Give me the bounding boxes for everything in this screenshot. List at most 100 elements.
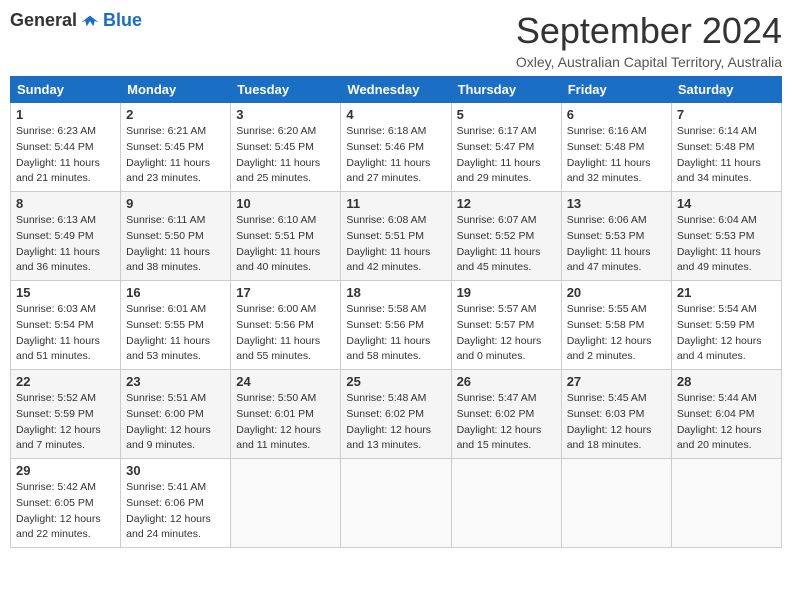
calendar-cell: 5 Sunrise: 6:17 AMSunset: 5:47 PMDayligh… [451,103,561,192]
calendar-cell: 22 Sunrise: 5:52 AMSunset: 5:59 PMDaylig… [11,370,121,459]
day-info: Sunrise: 5:42 AMSunset: 6:05 PMDaylight:… [16,480,115,543]
day-info: Sunrise: 6:21 AMSunset: 5:45 PMDaylight:… [126,124,225,187]
day-info: Sunrise: 6:04 AMSunset: 5:53 PMDaylight:… [677,213,776,276]
day-info: Sunrise: 6:23 AMSunset: 5:44 PMDaylight:… [16,124,115,187]
day-number: 14 [677,196,776,211]
calendar-header-sunday: Sunday [11,77,121,103]
day-number: 1 [16,107,115,122]
calendar-cell: 21 Sunrise: 5:54 AMSunset: 5:59 PMDaylig… [671,281,781,370]
calendar-cell: 16 Sunrise: 6:01 AMSunset: 5:55 PMDaylig… [121,281,231,370]
day-info: Sunrise: 6:11 AMSunset: 5:50 PMDaylight:… [126,213,225,276]
calendar-cell: 26 Sunrise: 5:47 AMSunset: 6:02 PMDaylig… [451,370,561,459]
calendar-week-3: 15 Sunrise: 6:03 AMSunset: 5:54 PMDaylig… [11,281,782,370]
calendar-cell [671,459,781,548]
calendar-cell: 24 Sunrise: 5:50 AMSunset: 6:01 PMDaylig… [231,370,341,459]
calendar-header-friday: Friday [561,77,671,103]
calendar-cell: 30 Sunrise: 5:41 AMSunset: 6:06 PMDaylig… [121,459,231,548]
day-number: 7 [677,107,776,122]
calendar-cell: 6 Sunrise: 6:16 AMSunset: 5:48 PMDayligh… [561,103,671,192]
day-number: 26 [457,374,556,389]
day-number: 25 [346,374,445,389]
day-number: 11 [346,196,445,211]
day-info: Sunrise: 6:18 AMSunset: 5:46 PMDaylight:… [346,124,445,187]
day-number: 6 [567,107,666,122]
day-info: Sunrise: 5:47 AMSunset: 6:02 PMDaylight:… [457,391,556,454]
day-info: Sunrise: 5:51 AMSunset: 6:00 PMDaylight:… [126,391,225,454]
calendar-week-4: 22 Sunrise: 5:52 AMSunset: 5:59 PMDaylig… [11,370,782,459]
day-number: 8 [16,196,115,211]
calendar-cell: 4 Sunrise: 6:18 AMSunset: 5:46 PMDayligh… [341,103,451,192]
calendar-cell: 9 Sunrise: 6:11 AMSunset: 5:50 PMDayligh… [121,192,231,281]
day-number: 30 [126,463,225,478]
day-info: Sunrise: 6:13 AMSunset: 5:49 PMDaylight:… [16,213,115,276]
calendar-cell: 14 Sunrise: 6:04 AMSunset: 5:53 PMDaylig… [671,192,781,281]
day-number: 27 [567,374,666,389]
calendar-cell: 18 Sunrise: 5:58 AMSunset: 5:56 PMDaylig… [341,281,451,370]
calendar-cell: 28 Sunrise: 5:44 AMSunset: 6:04 PMDaylig… [671,370,781,459]
day-number: 10 [236,196,335,211]
day-number: 9 [126,196,225,211]
calendar-cell: 11 Sunrise: 6:08 AMSunset: 5:51 PMDaylig… [341,192,451,281]
day-number: 16 [126,285,225,300]
day-info: Sunrise: 5:50 AMSunset: 6:01 PMDaylight:… [236,391,335,454]
day-info: Sunrise: 6:20 AMSunset: 5:45 PMDaylight:… [236,124,335,187]
day-number: 28 [677,374,776,389]
calendar-body: 1 Sunrise: 6:23 AMSunset: 5:44 PMDayligh… [11,103,782,548]
day-info: Sunrise: 6:01 AMSunset: 5:55 PMDaylight:… [126,302,225,365]
day-info: Sunrise: 5:58 AMSunset: 5:56 PMDaylight:… [346,302,445,365]
day-number: 23 [126,374,225,389]
day-number: 22 [16,374,115,389]
day-info: Sunrise: 5:41 AMSunset: 6:06 PMDaylight:… [126,480,225,543]
calendar-cell: 25 Sunrise: 5:48 AMSunset: 6:02 PMDaylig… [341,370,451,459]
location-subtitle: Oxley, Australian Capital Territory, Aus… [516,54,782,70]
calendar-cell [561,459,671,548]
day-number: 20 [567,285,666,300]
day-number: 15 [16,285,115,300]
day-number: 13 [567,196,666,211]
title-block: September 2024 Oxley, Australian Capital… [516,10,782,70]
day-number: 3 [236,107,335,122]
calendar-header-thursday: Thursday [451,77,561,103]
day-number: 18 [346,285,445,300]
logo: General Blue [10,10,142,31]
day-info: Sunrise: 5:52 AMSunset: 5:59 PMDaylight:… [16,391,115,454]
calendar-week-1: 1 Sunrise: 6:23 AMSunset: 5:44 PMDayligh… [11,103,782,192]
calendar-cell: 19 Sunrise: 5:57 AMSunset: 5:57 PMDaylig… [451,281,561,370]
calendar-cell: 23 Sunrise: 5:51 AMSunset: 6:00 PMDaylig… [121,370,231,459]
calendar-cell [231,459,341,548]
calendar-header-wednesday: Wednesday [341,77,451,103]
logo-blue: Blue [103,10,142,31]
day-info: Sunrise: 5:54 AMSunset: 5:59 PMDaylight:… [677,302,776,365]
day-number: 29 [16,463,115,478]
day-info: Sunrise: 6:00 AMSunset: 5:56 PMDaylight:… [236,302,335,365]
calendar-week-5: 29 Sunrise: 5:42 AMSunset: 6:05 PMDaylig… [11,459,782,548]
day-number: 2 [126,107,225,122]
day-number: 12 [457,196,556,211]
logo-general: General [10,10,77,31]
calendar-header-saturday: Saturday [671,77,781,103]
calendar-cell: 7 Sunrise: 6:14 AMSunset: 5:48 PMDayligh… [671,103,781,192]
day-number: 4 [346,107,445,122]
calendar-cell: 8 Sunrise: 6:13 AMSunset: 5:49 PMDayligh… [11,192,121,281]
calendar-cell: 15 Sunrise: 6:03 AMSunset: 5:54 PMDaylig… [11,281,121,370]
calendar-cell: 20 Sunrise: 5:55 AMSunset: 5:58 PMDaylig… [561,281,671,370]
calendar-header-monday: Monday [121,77,231,103]
day-number: 5 [457,107,556,122]
day-info: Sunrise: 6:16 AMSunset: 5:48 PMDaylight:… [567,124,666,187]
day-info: Sunrise: 6:06 AMSunset: 5:53 PMDaylight:… [567,213,666,276]
calendar-cell: 17 Sunrise: 6:00 AMSunset: 5:56 PMDaylig… [231,281,341,370]
day-info: Sunrise: 5:45 AMSunset: 6:03 PMDaylight:… [567,391,666,454]
day-info: Sunrise: 6:14 AMSunset: 5:48 PMDaylight:… [677,124,776,187]
day-info: Sunrise: 6:08 AMSunset: 5:51 PMDaylight:… [346,213,445,276]
day-number: 17 [236,285,335,300]
calendar-cell: 2 Sunrise: 6:21 AMSunset: 5:45 PMDayligh… [121,103,231,192]
calendar-table: SundayMondayTuesdayWednesdayThursdayFrid… [10,76,782,548]
calendar-cell: 12 Sunrise: 6:07 AMSunset: 5:52 PMDaylig… [451,192,561,281]
day-info: Sunrise: 6:10 AMSunset: 5:51 PMDaylight:… [236,213,335,276]
day-info: Sunrise: 6:07 AMSunset: 5:52 PMDaylight:… [457,213,556,276]
calendar-header-tuesday: Tuesday [231,77,341,103]
day-number: 19 [457,285,556,300]
calendar-cell: 1 Sunrise: 6:23 AMSunset: 5:44 PMDayligh… [11,103,121,192]
calendar-week-2: 8 Sunrise: 6:13 AMSunset: 5:49 PMDayligh… [11,192,782,281]
day-info: Sunrise: 6:03 AMSunset: 5:54 PMDaylight:… [16,302,115,365]
